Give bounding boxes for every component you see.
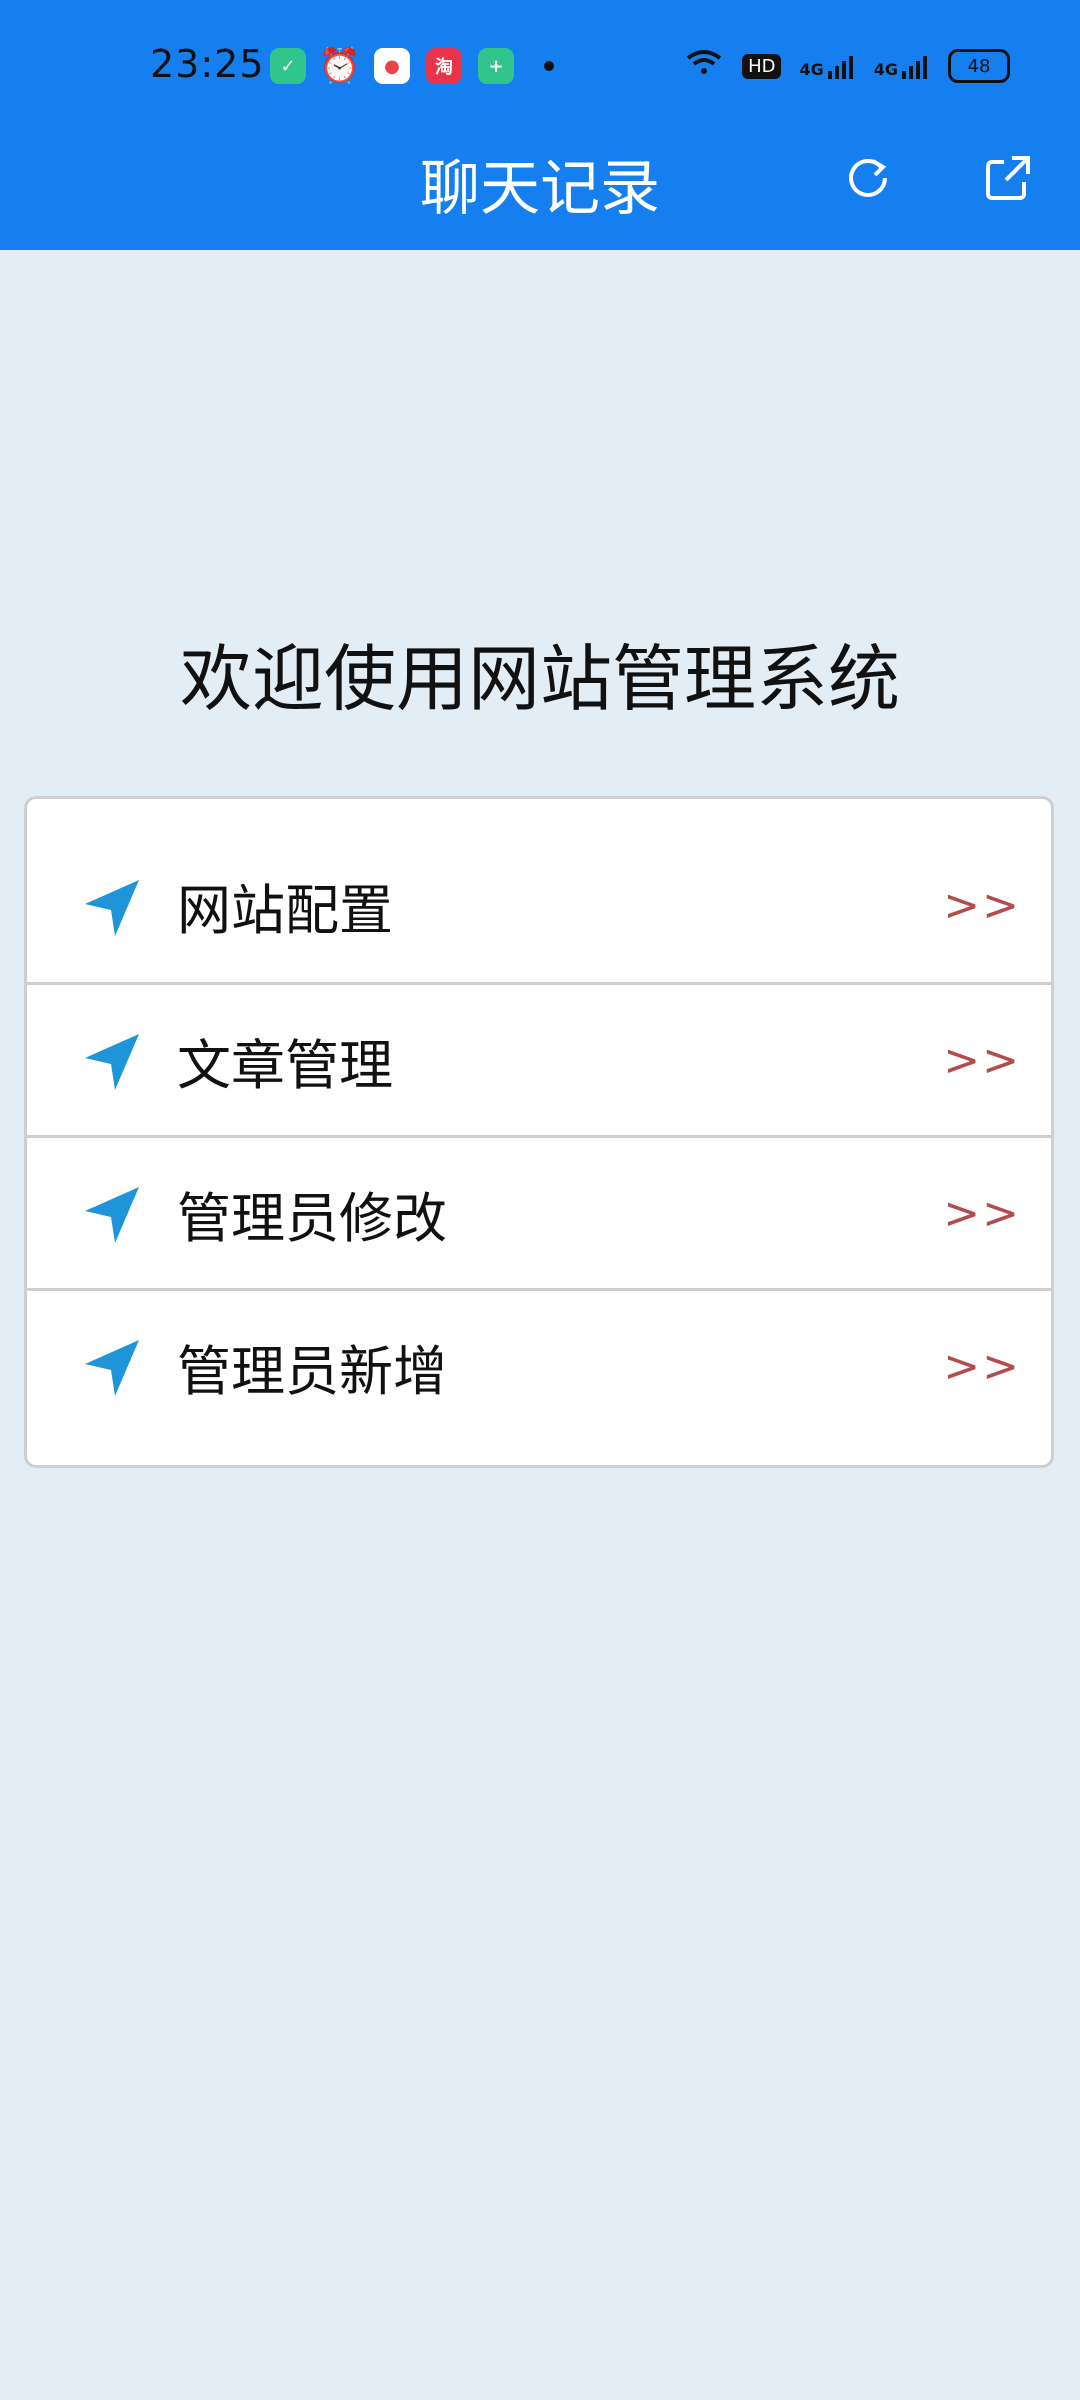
- shield-app-icon: +: [478, 48, 514, 84]
- security-app-icon: ✓: [270, 48, 306, 84]
- status-time: 23:25: [150, 42, 265, 86]
- top-app-bar: 23:25 ✓ ⏰ ● 淘 + HD 4G 4G 48 聊天记录: [0, 0, 1080, 250]
- navigation-arrow-icon: [85, 1340, 139, 1396]
- menu-item-article-management[interactable]: 文章管理 >>: [27, 982, 1051, 1135]
- status-app-icons: ✓ ⏰ ● 淘 +: [270, 46, 554, 86]
- map-app-icon: ●: [374, 48, 410, 84]
- chevron-right-icon: >>: [943, 880, 1021, 931]
- navigation-arrow-icon: [85, 1034, 139, 1090]
- chevron-right-icon: >>: [943, 1187, 1021, 1239]
- menu-item-label: 文章管理: [177, 1033, 393, 1097]
- hd-badge: HD: [742, 53, 782, 79]
- menu-item-site-config[interactable]: 网站配置 >>: [27, 829, 1051, 982]
- refresh-icon: [849, 159, 887, 197]
- menu-item-admin-edit[interactable]: 管理员修改 >>: [27, 1135, 1051, 1288]
- chevron-right-icon: >>: [943, 1034, 1021, 1086]
- chevron-right-icon: >>: [943, 1340, 1021, 1392]
- signal-icon-1: 4G: [799, 53, 855, 79]
- shopping-app-icon: 淘: [426, 48, 462, 84]
- page-title: 聊天记录: [420, 154, 660, 224]
- navigation-arrow-icon: [85, 879, 139, 936]
- refresh-button[interactable]: [840, 150, 896, 206]
- navigation-arrow-icon: [85, 1187, 139, 1243]
- menu-item-admin-add[interactable]: 管理员新增 >>: [27, 1288, 1051, 1441]
- alarm-app-icon: ⏰: [318, 46, 362, 86]
- status-system-icons: HD 4G 4G 48: [684, 48, 1010, 84]
- wifi-icon: [684, 48, 724, 84]
- share-button[interactable]: [980, 150, 1036, 206]
- notification-dot-icon: [544, 61, 554, 71]
- menu-item-label: 管理员修改: [177, 1186, 447, 1250]
- menu-item-label: 网站配置: [177, 879, 393, 942]
- battery-level: 48: [967, 55, 991, 77]
- menu-item-label: 管理员新增: [177, 1339, 447, 1403]
- menu-card: 网站配置 >> 文章管理 >> 管理员修改 >> 管理员新增 >>: [24, 796, 1054, 1468]
- welcome-heading: 欢迎使用网站管理系统: [179, 637, 900, 721]
- battery-icon: 48: [948, 49, 1010, 83]
- signal-icon-2: 4G: [874, 53, 930, 79]
- share-icon: [986, 156, 1030, 200]
